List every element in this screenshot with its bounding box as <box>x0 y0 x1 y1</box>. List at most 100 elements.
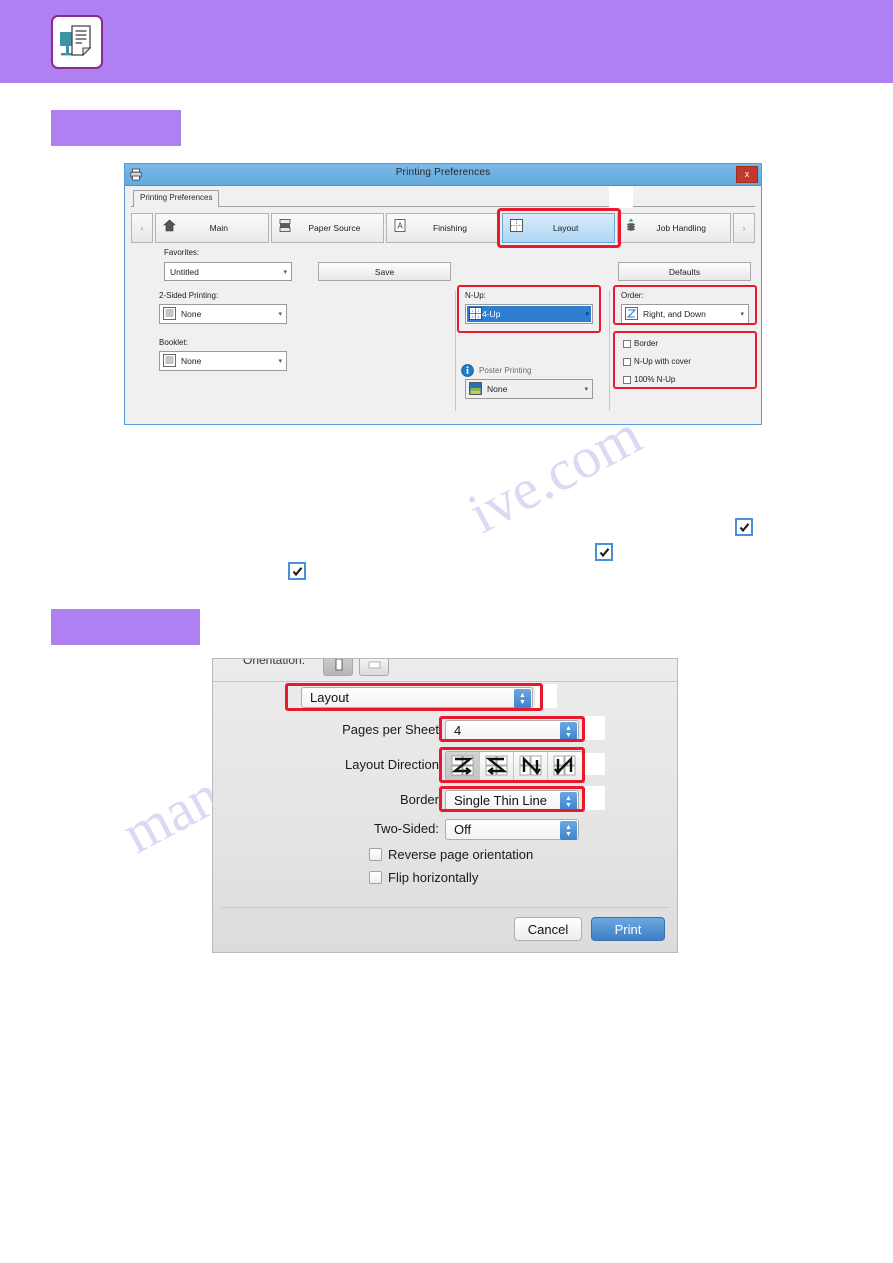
pages-per-sheet-label: Pages per Sheet <box>342 722 439 737</box>
two-sided-label: 2-Sided Printing: <box>159 291 219 300</box>
layout-grid-icon <box>509 219 523 237</box>
layout-direction-row: Layout Direction <box>213 751 677 783</box>
check-badge-right <box>735 518 753 536</box>
tab-finishing[interactable]: A Finishing <box>386 213 500 243</box>
stepper-icon[interactable]: ▲ ▼ <box>514 689 531 708</box>
order-select[interactable]: Right, and Down ▾ <box>621 304 749 324</box>
nup-with-cover-checkbox-label: N-Up with cover <box>634 357 691 366</box>
two-sided-row: Two-Sided: Off ▲ ▼ <box>213 818 677 842</box>
tab-gap-patch <box>609 186 633 208</box>
two-sided-select[interactable]: Off ▲ ▼ <box>445 819 579 840</box>
dialog-titlebar: Printing Preferences x <box>125 164 761 186</box>
favorites-row: Favorites: Untitled ▾ Save Defaults <box>131 248 755 283</box>
hundred-percent-nup-checkbox-label: 100% N-Up <box>634 375 676 384</box>
checkbox-box <box>623 375 631 384</box>
favorites-value: Untitled <box>170 266 199 277</box>
checkbox-box <box>369 848 382 861</box>
tab-paper-source[interactable]: Paper Source <box>270 213 385 243</box>
reverse-page-orientation-label: Reverse page orientation <box>388 847 534 862</box>
tab-next-button[interactable]: › <box>732 213 755 243</box>
border-checkbox-label: Border <box>634 339 659 348</box>
printer-document-icon <box>51 15 103 69</box>
pane-selector-row: Layout ▲ ▼ <box>213 684 677 710</box>
chevron-down-icon: ▾ <box>283 268 287 276</box>
poster-printing-select[interactable]: None ▾ <box>465 379 593 399</box>
home-icon <box>163 219 176 237</box>
pages-per-sheet-value: 4 <box>454 723 462 738</box>
pages-per-sheet-select[interactable]: 4 ▲ ▼ <box>445 720 579 741</box>
direction-n-down-left-icon[interactable] <box>548 752 582 780</box>
cancel-button[interactable]: Cancel <box>514 917 582 941</box>
section-label-block-2 <box>51 609 200 645</box>
document-tab-row: Printing Preferences <box>131 186 755 208</box>
border-row: Border Single Thin Line ▲ ▼ <box>213 786 677 813</box>
tab-strip: ‹ Main Paper Source A Finishing Layout J… <box>131 208 755 248</box>
print-button[interactable]: Print <box>591 917 665 941</box>
two-sided-label: Two-Sided: <box>373 821 439 836</box>
defaults-button[interactable]: Defaults <box>618 262 751 281</box>
svg-text:4: 4 <box>478 315 480 319</box>
direction-z-left-down-icon[interactable] <box>480 752 514 780</box>
dialog-title: Printing Preferences <box>395 167 491 178</box>
pane-gap-patch <box>535 684 557 708</box>
flip-horizontally-label: Flip horizontally <box>388 870 479 885</box>
pages-per-sheet-row: Pages per Sheet 4 ▲ ▼ <box>213 716 677 743</box>
border-select[interactable]: Single Thin Line ▲ ▼ <box>445 790 579 811</box>
nup-with-cover-checkbox[interactable]: N-Up with cover <box>623 357 691 366</box>
order-label: Order: <box>621 291 644 300</box>
page-lines-icon <box>163 353 176 369</box>
job-stack-icon <box>625 218 637 238</box>
printing-preferences-dialog: Printing Preferences x Printing Preferen… <box>124 163 762 425</box>
booklet-select[interactable]: None ▾ <box>159 351 287 371</box>
orientation-row: Orientation: <box>213 659 677 681</box>
check-badge-middle <box>595 543 613 561</box>
orientation-portrait-button[interactable] <box>323 659 353 676</box>
tab-job-handling[interactable]: Job Handling <box>617 213 731 243</box>
checkbox-box <box>623 357 631 366</box>
tab-main[interactable]: Main <box>155 213 269 243</box>
two-sided-select[interactable]: None ▾ <box>159 304 287 324</box>
nup-select[interactable]: 1 2 3 4 4-Up ▾ <box>465 304 593 324</box>
page-header-band <box>0 0 893 83</box>
stepper-icon[interactable]: ▲ ▼ <box>560 792 577 811</box>
section-label-block-1 <box>51 110 181 146</box>
nup-label: N-Up: <box>465 291 486 300</box>
finishing-icon: A <box>394 219 406 238</box>
orientation-landscape-button[interactable] <box>359 659 389 676</box>
border-label: Border <box>399 792 439 807</box>
save-button[interactable]: Save <box>318 262 451 281</box>
tab-prev-button[interactable]: ‹ <box>131 213 153 243</box>
layout-settings-panel: 2-Sided Printing: None ▾ Booklet: None ▾… <box>131 285 757 411</box>
hundred-percent-nup-checkbox[interactable]: 100% N-Up <box>623 375 675 384</box>
chevron-down-icon: ▾ <box>278 358 282 365</box>
stepper-icon[interactable]: ▲ ▼ <box>560 821 577 840</box>
dialog-body: Printing Preferences ‹ Main Paper Source… <box>125 186 761 424</box>
document-tab[interactable]: Printing Preferences <box>133 190 220 207</box>
row-gap-patch <box>583 786 605 810</box>
nup-4up-icon: 1 2 3 4 <box>469 306 482 322</box>
direction-n-down-right-icon[interactable] <box>514 752 548 780</box>
nup-selected-option: 1 2 3 4 4-Up <box>467 306 591 322</box>
chevron-down-icon: ▾ <box>584 386 588 393</box>
direction-z-right-down-icon[interactable] <box>446 752 480 780</box>
booklet-value: None <box>181 356 202 366</box>
order-value: Right, and Down <box>643 309 706 319</box>
poster-printing-value: None <box>487 384 508 394</box>
svg-text:A: A <box>398 222 404 231</box>
reverse-page-orientation-checkbox[interactable]: Reverse page orientation <box>369 847 533 862</box>
favorites-select[interactable]: Untitled ▾ <box>164 262 292 281</box>
svg-text:1: 1 <box>472 309 474 313</box>
tab-layout[interactable]: Layout <box>501 213 616 243</box>
mac-print-dialog: Orientation: Layout ▲ ▼ Pages per Sheet 4… <box>212 658 678 953</box>
chevron-down-icon: ▾ <box>740 311 744 318</box>
chevron-down-icon: ▾ <box>278 311 282 318</box>
close-icon[interactable]: x <box>736 166 758 183</box>
nup-value: 4-Up <box>482 309 501 319</box>
row-gap-patch <box>583 753 605 775</box>
flip-horizontally-checkbox[interactable]: Flip horizontally <box>369 870 478 885</box>
border-checkbox[interactable]: Border <box>623 339 658 348</box>
stepper-icon[interactable]: ▲ ▼ <box>560 722 577 741</box>
footer-divider <box>221 907 669 908</box>
booklet-label: Booklet: <box>159 338 188 347</box>
pane-select[interactable]: Layout ▲ ▼ <box>301 687 533 708</box>
